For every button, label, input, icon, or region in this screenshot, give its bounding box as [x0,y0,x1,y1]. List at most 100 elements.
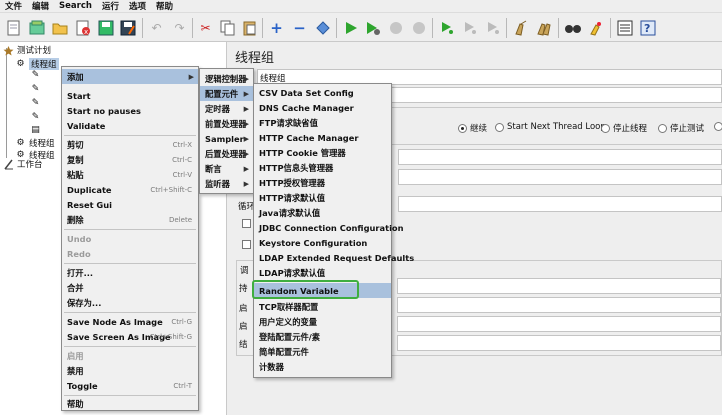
collapse-icon[interactable]: − [289,17,310,38]
submenu-sampler[interactable]: Sampler ▶ [200,131,253,146]
menu-item-paste[interactable]: 粘贴 Ctrl-V [62,167,198,182]
menu-item-undo[interactable]: Undo [62,231,198,246]
config-http-auth-manager[interactable]: HTTP授权管理器 [254,175,391,190]
menu-item-validate[interactable]: Validate [62,118,198,133]
save-as-icon[interactable] [117,17,138,38]
undo-icon[interactable]: ↶ [146,17,167,38]
function-helper-icon[interactable] [614,17,635,38]
duration-field[interactable] [397,278,721,294]
start-no-pause-icon[interactable] [362,17,383,38]
end-time-field[interactable] [397,335,721,351]
stop-icon[interactable] [385,17,406,38]
radio-continue[interactable]: 继续 [458,122,487,134]
cut-icon[interactable]: ✂ [195,17,216,38]
config-http-header-manager[interactable]: HTTP信息头管理器 [254,160,391,175]
tree-node-thread-group-2[interactable]: ⚙ 线程组 [15,137,54,150]
menu-item-duplicate[interactable]: Duplicate Ctrl+Shift-C [62,182,198,197]
menu-item-merge[interactable]: 合并 [62,280,198,295]
tree-child-sampler-4[interactable]: ✎ [30,112,44,123]
config-http-cache-manager[interactable]: HTTP Cache Manager [254,130,391,145]
remote-stop-icon[interactable] [459,17,480,38]
submenu-listener[interactable]: 监听器 ▶ [200,176,253,191]
start-icon[interactable] [340,17,361,38]
tree-child-sampler-1[interactable]: ✎ [30,70,44,81]
tree-node-test-plan[interactable]: 测试计划 [3,44,51,56]
menu-run[interactable]: 运行 [97,0,124,12]
tree-child-listener[interactable]: ▤ [30,125,44,136]
config-dns-cache-manager[interactable]: DNS Cache Manager [254,100,391,115]
paste-icon[interactable] [239,17,260,38]
radio-stop-test-now[interactable] [714,122,722,131]
delay-thread-checkbox[interactable] [242,219,251,228]
menu-item-start-no-pauses[interactable]: Start no pauses [62,103,198,118]
submenu-logic-controller[interactable]: 逻辑控制器 ▶ [200,71,253,86]
redo-icon[interactable]: ↷ [169,17,190,38]
save-icon[interactable] [95,17,116,38]
menu-item-disable[interactable]: 禁用 [62,363,198,378]
config-ftp-defaults[interactable]: FTP请求缺省值 [254,115,391,130]
menu-item-open[interactable]: 打开... [62,265,198,280]
toggle-icon[interactable] [312,17,333,38]
submenu-config-element[interactable]: 配置元件 ▶ [200,86,253,101]
config-simple-config[interactable]: 简单配置元件 [254,344,391,359]
scheduler-checkbox[interactable] [242,240,251,249]
menu-item-help[interactable]: 帮助 [62,396,198,411]
menu-item-copy[interactable]: 复制 Ctrl-C [62,152,198,167]
config-counter[interactable]: 计数器 [254,359,391,374]
submenu-assertion[interactable]: 断言 ▶ [200,161,253,176]
tree-child-sampler-3[interactable]: ✎ [30,98,44,109]
startup-delay-field[interactable] [397,297,721,313]
radio-start-next-loop[interactable]: Start Next Thread Loop [495,122,606,132]
submenu-post-processor[interactable]: 后置处理器 ▶ [200,146,253,161]
start-time-field[interactable] [397,316,721,332]
remote-shutdown-icon[interactable] [482,17,503,38]
menu-item-cut[interactable]: 剪切 Ctrl-X [62,137,198,152]
clear-icon[interactable] [510,17,531,38]
tree-child-sampler-2[interactable]: ✎ [30,84,44,95]
open-icon[interactable] [49,17,70,38]
reset-search-icon[interactable] [585,17,606,38]
config-tcp-sampler-config[interactable]: TCP取样器配置 [254,299,391,314]
config-csv-data-set[interactable]: CSV Data Set Config [254,85,391,100]
config-login-config[interactable]: 登陆配置元件/素 [254,329,391,344]
menu-item-reset-gui[interactable]: Reset Gui [62,197,198,212]
menu-file[interactable]: 文件 [0,0,27,12]
tree-node-workbench[interactable]: 工作台 [3,158,43,170]
config-user-defined-variables[interactable]: 用户定义的变量 [254,314,391,329]
radio-stop-thread[interactable]: 停止线程 [601,122,647,134]
menu-edit[interactable]: 编辑 [27,0,54,12]
threads-field[interactable] [398,149,722,165]
config-jdbc-connection[interactable]: JDBC Connection Configuration [254,220,404,235]
config-ldap-extended-defaults[interactable]: LDAP Extended Request Defaults [254,250,414,265]
clear-all-icon[interactable] [533,17,554,38]
menu-options[interactable]: 选项 [124,0,151,12]
menu-search[interactable]: Search [54,1,97,11]
search-icon[interactable] [562,17,583,38]
config-http-request-defaults[interactable]: HTTP请求默认值 [254,190,391,205]
menu-item-save-as[interactable]: 保存为... [62,295,198,310]
menu-help[interactable]: 帮助 [151,0,178,12]
submenu-pre-processor[interactable]: 前置处理器 ▶ [200,116,253,131]
tree-node-thread-group[interactable]: ⚙ 线程组 [15,58,59,70]
menu-item-delete[interactable]: 删除 Delete [62,212,198,227]
copy-icon[interactable] [217,17,238,38]
expand-icon[interactable]: + [266,17,287,38]
menu-item-add[interactable]: 添加 ▶ [62,69,198,84]
config-http-cookie-manager[interactable]: HTTP Cookie 管理器 [254,145,391,160]
ramp-up-field[interactable] [398,169,722,185]
menu-item-redo[interactable]: Redo [62,246,198,261]
loop-count-field[interactable] [398,196,722,212]
submenu-timer[interactable]: 定时器 ▶ [200,101,253,116]
remote-start-icon[interactable] [436,17,457,38]
menu-item-save-node-image[interactable]: Save Node As Image Ctrl-G [62,314,198,329]
config-java-request-defaults[interactable]: Java请求默认值 [254,205,391,220]
shutdown-icon[interactable] [408,17,429,38]
config-ldap-defaults[interactable]: LDAP请求默认值 [254,265,391,280]
new-icon[interactable] [3,17,24,38]
templates-icon[interactable] [26,17,47,38]
config-keystore[interactable]: Keystore Configuration [254,235,391,250]
menu-item-start[interactable]: Start [62,88,198,103]
menu-item-enable[interactable]: 启用 [62,348,198,363]
help-icon[interactable]: ? [637,17,658,38]
menu-item-save-screen-image[interactable]: Save Screen As Image Ctrl+Shift-G [62,329,198,344]
